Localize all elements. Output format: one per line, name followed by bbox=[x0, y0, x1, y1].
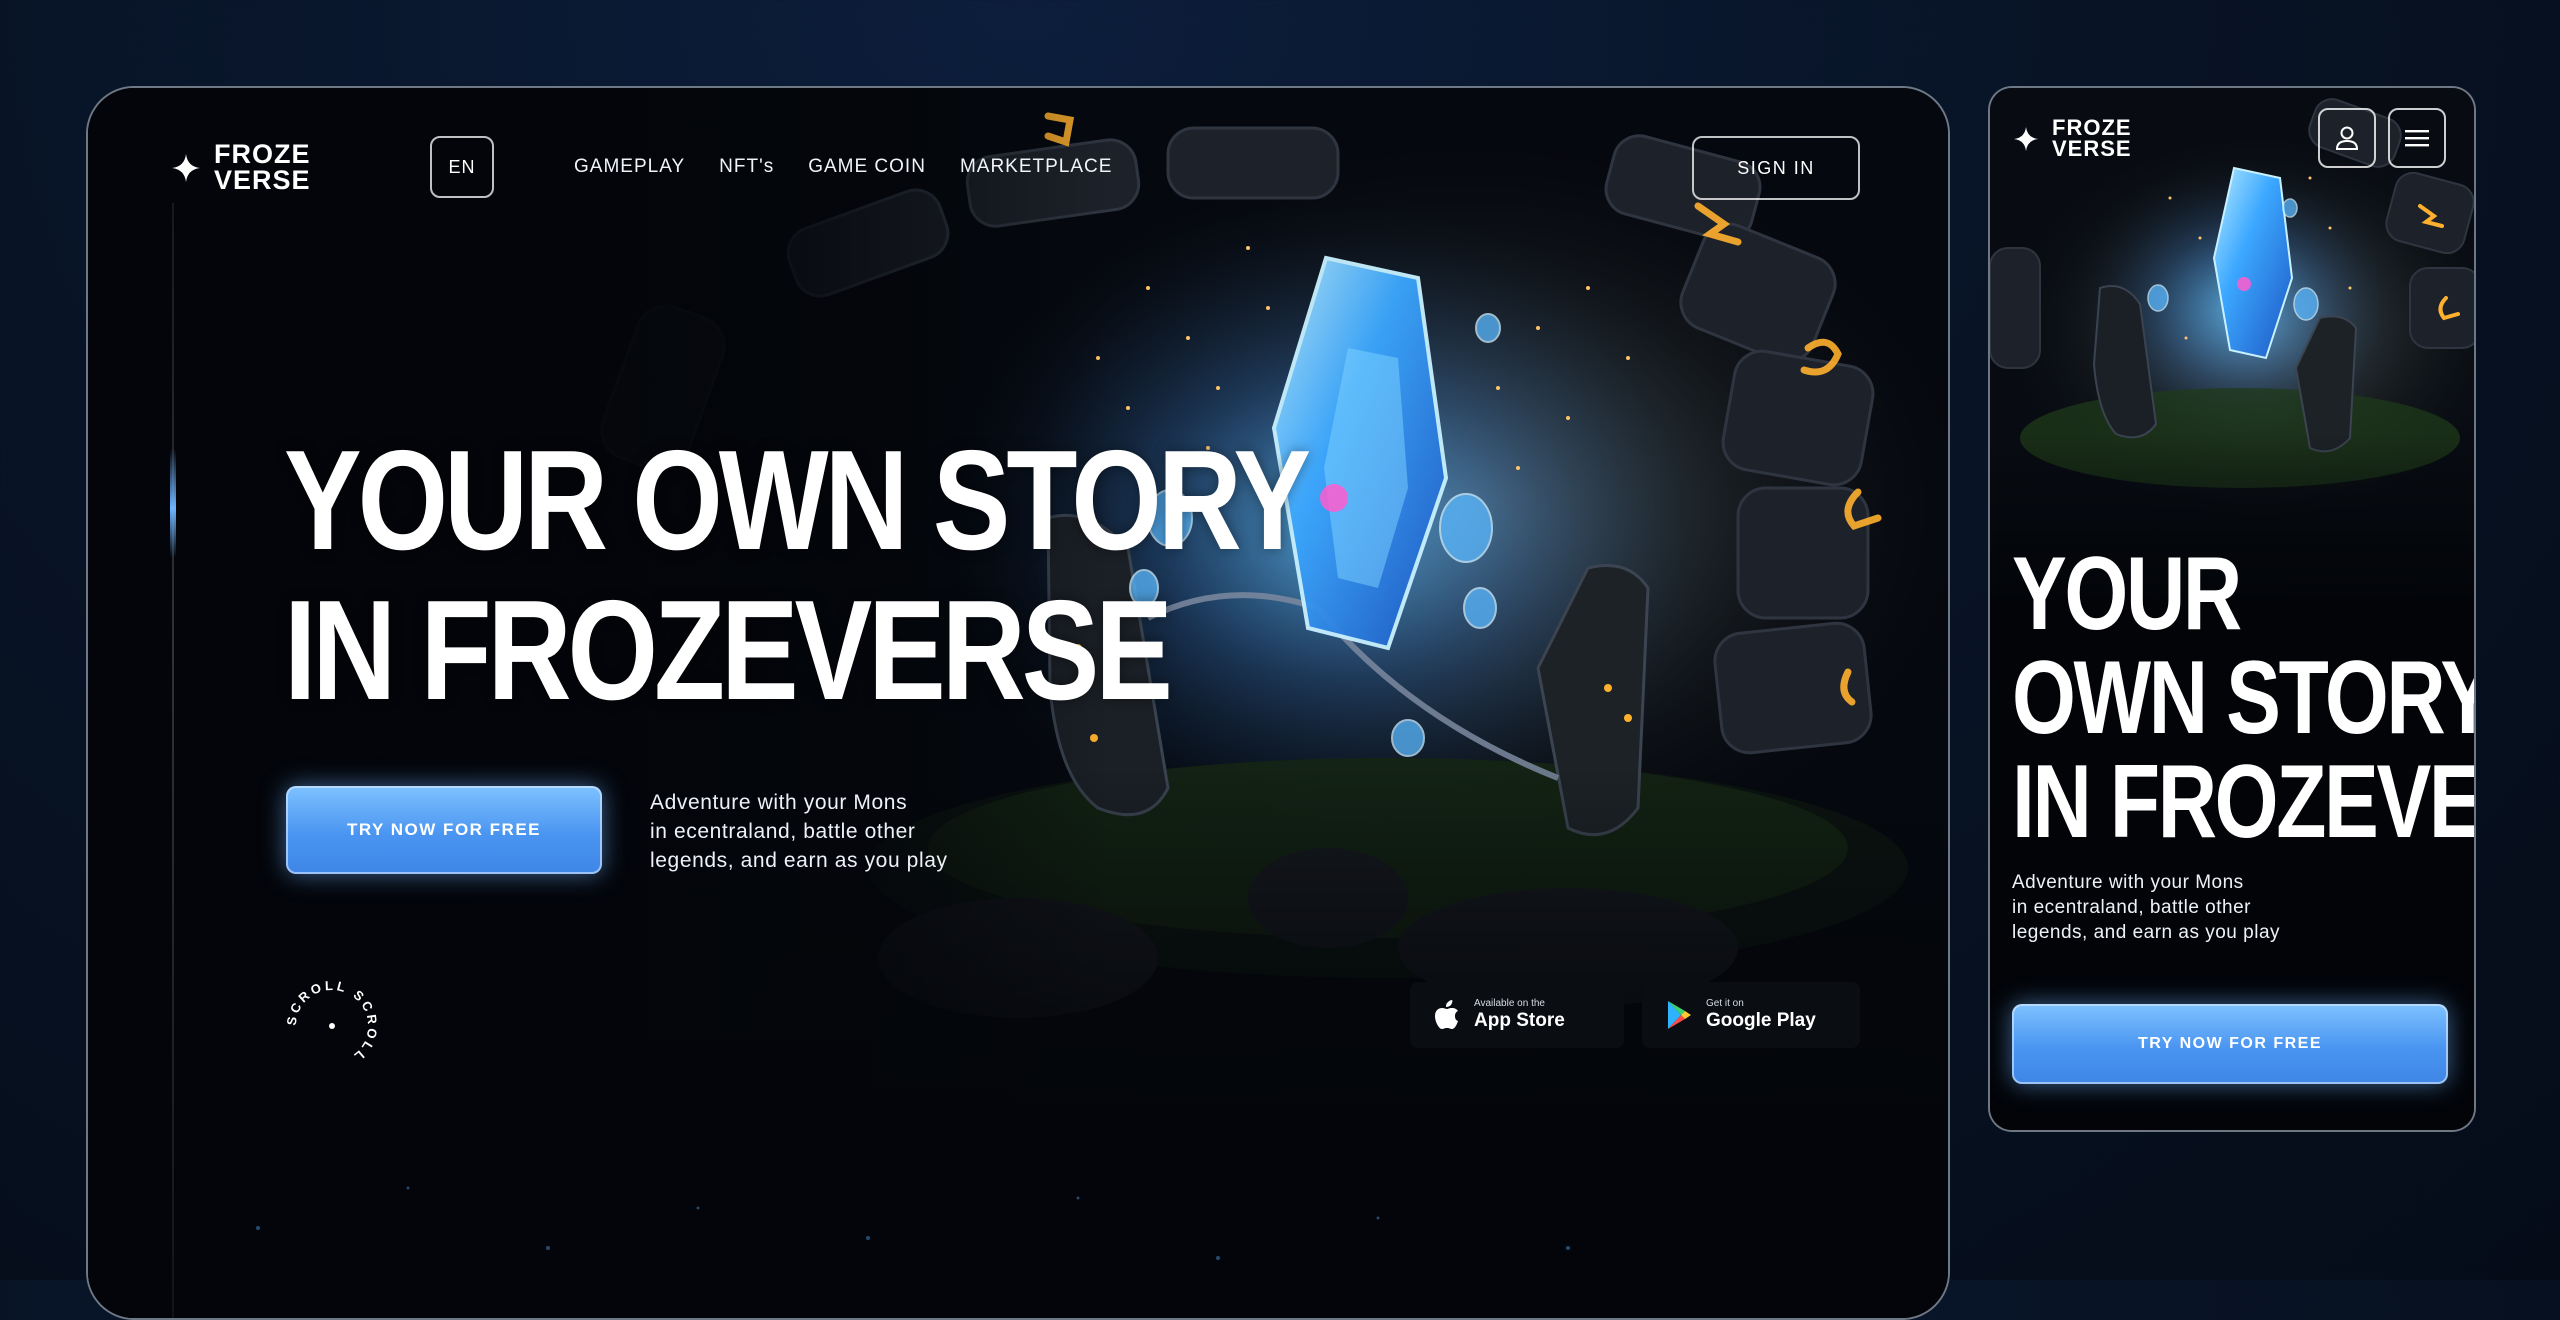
mobile-hero-title-line-1: YOUR bbox=[2012, 536, 2242, 652]
hero-description-line: Adventure with your Mons bbox=[650, 791, 908, 814]
google-play-badge[interactable]: Get it on Google Play bbox=[1642, 982, 1860, 1048]
desktop-frame: FROZE VERSE EN GAMEPLAY NFT's GAME COIN … bbox=[86, 86, 1950, 1320]
user-icon bbox=[2335, 126, 2359, 150]
mobile-hero-description-line: in ecentraland, battle other bbox=[2012, 897, 2251, 918]
brand-logo[interactable]: FROZE VERSE bbox=[172, 139, 311, 195]
app-store-badge[interactable]: Available on the App Store bbox=[1410, 982, 1624, 1048]
sign-in-button[interactable]: SIGN IN bbox=[1692, 136, 1860, 200]
account-button[interactable] bbox=[2318, 108, 2376, 168]
app-store-small-text: Available on the bbox=[1474, 998, 1545, 1009]
menu-button[interactable] bbox=[2388, 108, 2446, 168]
mobile-hero-description-line: Adventure with your Mons bbox=[2012, 872, 2244, 893]
scroll-indicator-dot bbox=[329, 1023, 335, 1029]
mobile-hero-title-line-2: OWN STORY bbox=[2012, 640, 2476, 756]
brand-wordmark: FROZE VERSE bbox=[2052, 117, 2132, 161]
scroll-indicator-text: SCROLL SCROLL bbox=[284, 978, 378, 1066]
mobile-try-now-button[interactable]: TRY NOW FOR FREE bbox=[2012, 1004, 2448, 1084]
hero-description-line: legends, and earn as you play bbox=[650, 849, 948, 872]
mobile-hero-description: Adventure with your Mons in ecentraland,… bbox=[2012, 870, 2432, 945]
brand-line-2: VERSE bbox=[2052, 135, 2132, 161]
try-now-button[interactable]: TRY NOW FOR FREE bbox=[286, 786, 602, 874]
brand-line-2: VERSE bbox=[214, 164, 311, 195]
hero-title-line-1: YOUR OWN STORY bbox=[284, 421, 1311, 580]
star-logo-icon bbox=[2014, 126, 2038, 151]
mobile-frame: FROZE VERSE YOUR OWN STORY IN FROZEVERSE… bbox=[1988, 86, 2476, 1132]
menu-icon bbox=[2405, 130, 2429, 147]
google-play-icon bbox=[1668, 1001, 1691, 1029]
brand-wordmark: FROZE VERSE bbox=[214, 139, 311, 195]
hero-description-line: in ecentraland, battle other bbox=[650, 820, 916, 843]
brand-line-1: FROZE bbox=[214, 139, 311, 169]
hero-description: Adventure with your Mons in ecentraland,… bbox=[650, 788, 1050, 875]
star-logo-icon bbox=[172, 153, 200, 182]
apple-icon bbox=[1435, 1000, 1458, 1029]
nav-item-marketplace[interactable]: MARKETPLACE bbox=[960, 156, 1112, 178]
google-play-label: Google Play bbox=[1706, 1010, 1816, 1031]
main-nav: GAMEPLAY NFT's GAME COIN MARKETPLACE bbox=[574, 156, 1112, 178]
mobile-brand-logo[interactable]: FROZE VERSE bbox=[2014, 117, 2132, 161]
left-guide-line bbox=[172, 203, 174, 1318]
nav-item-nfts[interactable]: NFT's bbox=[719, 156, 774, 178]
language-selector[interactable]: EN bbox=[430, 136, 494, 198]
svg-text:SCROLL SCROLL: SCROLL SCROLL bbox=[284, 978, 381, 1066]
scroll-indicator[interactable]: SCROLL SCROLL bbox=[280, 974, 384, 1078]
scroll-progress-indicator bbox=[170, 448, 176, 558]
app-store-label: App Store bbox=[1474, 1010, 1565, 1031]
mobile-hero-title-line-3: IN FROZEVERSE bbox=[2012, 744, 2476, 860]
nav-item-game-coin[interactable]: GAME COIN bbox=[808, 156, 926, 178]
hero-title-line-2: IN FROZEVERSE bbox=[284, 571, 1173, 730]
mobile-hero-description-line: legends, and earn as you play bbox=[2012, 922, 2281, 943]
hero-title: YOUR OWN STORY IN FROZEVERSE bbox=[284, 421, 1311, 730]
nav-item-gameplay[interactable]: GAMEPLAY bbox=[574, 156, 685, 178]
mobile-hero-title: YOUR OWN STORY IN FROZEVERSE bbox=[2012, 536, 2476, 860]
google-play-small-text: Get it on bbox=[1706, 998, 1744, 1009]
